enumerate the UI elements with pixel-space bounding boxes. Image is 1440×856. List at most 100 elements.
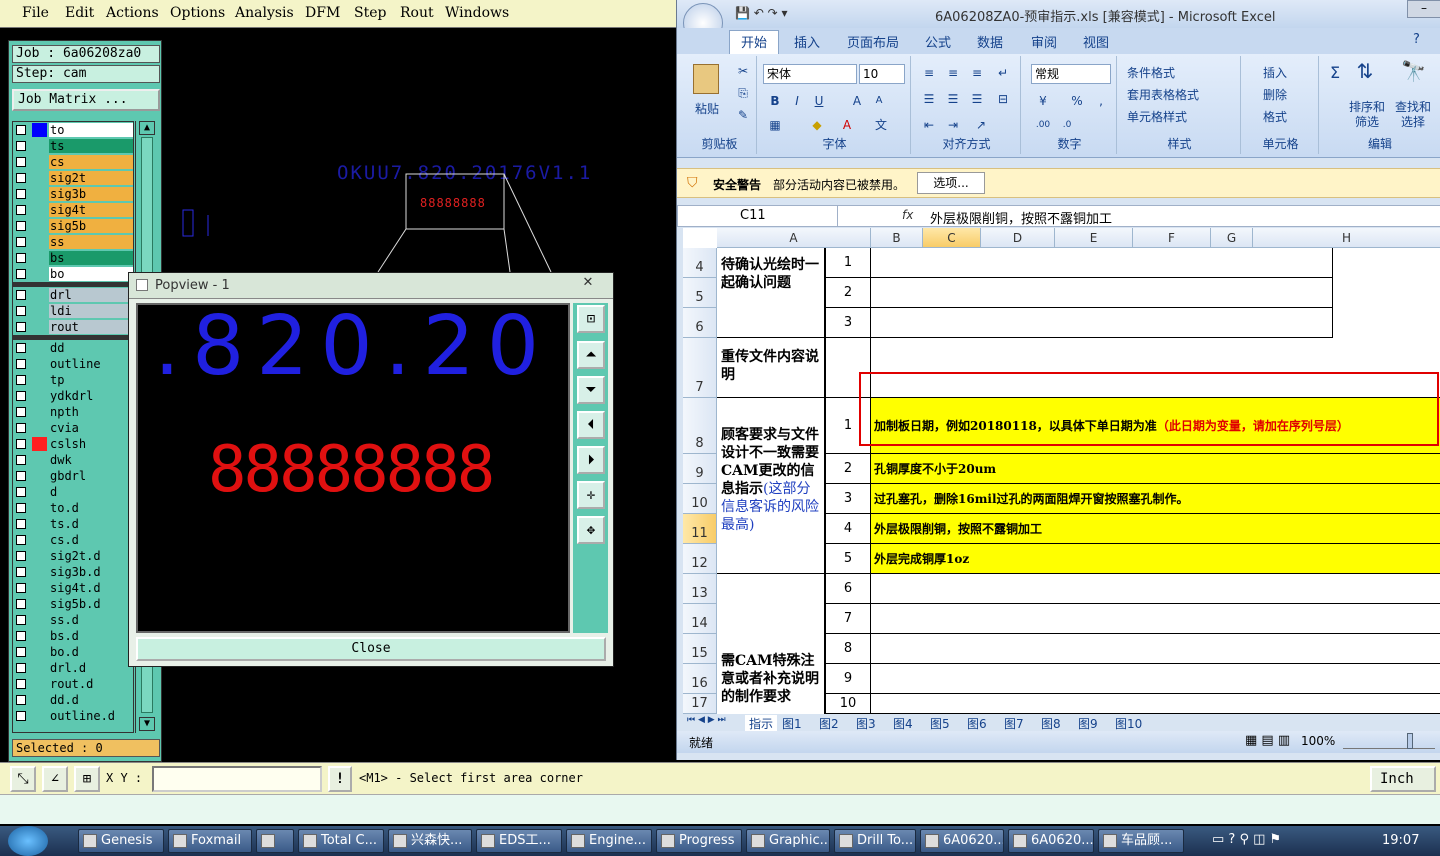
cell-b[interactable]: 2 — [825, 278, 871, 308]
layer-name[interactable]: sig3b — [49, 187, 133, 201]
taskbar-item[interactable] — [256, 829, 294, 853]
column-header[interactable]: D — [981, 228, 1055, 248]
layer-checkbox[interactable] — [16, 141, 26, 151]
layer-row[interactable]: rout.d — [13, 676, 133, 692]
pan-right-icon[interactable]: ⏵ — [577, 446, 605, 474]
column-header[interactable]: B — [871, 228, 923, 248]
cell-c[interactable] — [871, 664, 1440, 694]
layer-checkbox[interactable] — [16, 455, 26, 465]
layer-name[interactable]: tp — [49, 373, 133, 387]
layer-checkbox[interactable] — [16, 647, 26, 657]
layer-row[interactable]: sig2t.d — [13, 548, 133, 564]
taskbar-item[interactable]: 兴森快... — [388, 829, 472, 853]
taskbar-item[interactable]: Genesis — [78, 829, 164, 853]
menu-windows[interactable]: Windows — [445, 5, 509, 21]
layer-checkbox[interactable] — [16, 290, 26, 300]
layer-row[interactable]: sig2t — [13, 170, 133, 186]
menu-rout[interactable]: Rout — [400, 5, 434, 21]
layer-row[interactable]: sig4t.d — [13, 580, 133, 596]
sheet-tab[interactable]: 图8 — [1041, 715, 1061, 732]
angle-icon[interactable]: ∠ — [42, 766, 68, 792]
taskbar-item[interactable]: 6A0620... — [920, 829, 1004, 853]
zoom-out-icon[interactable]: ✥ — [577, 516, 605, 544]
cut-icon[interactable]: ✂ — [733, 62, 753, 80]
currency-icon[interactable]: ¥ — [1033, 92, 1053, 110]
wrap-text-icon[interactable]: ↵ — [993, 64, 1013, 82]
tab-data[interactable]: 数据 — [977, 32, 1003, 51]
merge-icon[interactable]: ⊟ — [993, 90, 1013, 108]
tab-insert[interactable]: 插入 — [794, 32, 820, 51]
layer-checkbox[interactable] — [16, 221, 26, 231]
format-button[interactable]: 格式 — [1263, 108, 1287, 125]
fill-color-icon[interactable]: ◆ — [807, 116, 827, 134]
cell-c[interactable] — [871, 694, 1440, 714]
taskbar-item[interactable]: 6A0620... — [1008, 829, 1094, 853]
layer-row[interactable]: sig3b — [13, 186, 133, 202]
layer-row[interactable]: bo.d — [13, 644, 133, 660]
pan-left-icon[interactable]: ⏴ — [577, 411, 605, 439]
layer-row[interactable]: d — [13, 484, 133, 500]
underline-icon[interactable]: U — [809, 92, 829, 110]
taskbar-item[interactable]: Graphic... — [746, 829, 830, 853]
cell-c[interactable] — [871, 574, 1440, 604]
layer-checkbox[interactable] — [16, 359, 26, 369]
number-format-select[interactable]: 常规 — [1031, 64, 1111, 84]
cell-a-reupload[interactable]: 重传文件内容说明 — [717, 338, 825, 398]
copy-icon[interactable]: ⎘ — [733, 84, 753, 102]
decrease-indent-icon[interactable]: ⇤ — [919, 116, 939, 134]
column-header[interactable]: E — [1055, 228, 1133, 248]
cell-b[interactable]: 2 — [825, 454, 871, 484]
font-size-select[interactable]: 10 — [859, 64, 905, 84]
layer-checkbox[interactable] — [16, 631, 26, 641]
layer-name[interactable]: bs.d — [49, 629, 133, 643]
layer-row[interactable]: npth — [13, 404, 133, 420]
layer-row[interactable]: outline — [13, 356, 133, 372]
row-header[interactable]: 10 — [683, 484, 717, 514]
fx-icon[interactable]: fx — [902, 208, 913, 222]
help-icon[interactable]: ? — [1413, 32, 1420, 47]
sheet-tab[interactable]: 图4 — [893, 715, 913, 732]
menu-options[interactable]: Options — [170, 5, 225, 21]
zoom-home-icon[interactable]: ⊡ — [577, 305, 605, 333]
layer-row[interactable]: ss — [13, 234, 133, 250]
layer-checkbox[interactable] — [16, 551, 26, 561]
row-header[interactable]: 4 — [683, 248, 717, 278]
layer-name[interactable]: ydkdrl — [49, 389, 133, 403]
layer-name[interactable]: ldi — [49, 304, 133, 318]
taskbar-item[interactable]: EDS工... — [476, 829, 562, 853]
align-top-icon[interactable]: ≡ — [919, 64, 939, 82]
layer-row[interactable]: bo — [13, 266, 133, 282]
layer-row[interactable]: sig5b.d — [13, 596, 133, 612]
cell-c[interactable] — [871, 634, 1440, 664]
menu-actions[interactable]: Actions — [106, 5, 159, 21]
find-icon[interactable]: 🔭 — [1401, 61, 1426, 81]
sheet-tab[interactable]: 图6 — [967, 715, 987, 732]
layer-checkbox[interactable] — [16, 615, 26, 625]
delete-button[interactable]: 删除 — [1263, 86, 1287, 103]
layer-name[interactable]: dd.d — [49, 693, 133, 707]
layer-name[interactable]: outline — [49, 357, 133, 371]
layer-checkbox[interactable] — [16, 663, 26, 673]
layer-name[interactable]: drl.d — [49, 661, 133, 675]
layer-name[interactable]: to.d — [49, 501, 133, 515]
taskbar-item[interactable]: 车品顾... — [1098, 829, 1184, 853]
layer-name[interactable]: dwk — [49, 453, 133, 467]
font-color-icon[interactable]: A — [837, 116, 857, 134]
column-header[interactable]: H — [1253, 228, 1440, 248]
align-center-icon[interactable]: ☰ — [943, 90, 963, 108]
layer-checkbox[interactable] — [16, 343, 26, 353]
layer-name[interactable]: cs — [49, 155, 133, 169]
grid-icon[interactable]: ⊞ — [74, 766, 100, 792]
layer-checkbox[interactable] — [16, 679, 26, 689]
cell-c[interactable] — [871, 248, 1333, 278]
layer-row[interactable]: ldi — [13, 303, 133, 319]
layer-checkbox[interactable] — [16, 583, 26, 593]
cell-b[interactable]: 6 — [825, 574, 871, 604]
cell-b[interactable]: 10 — [825, 694, 871, 714]
layer-name[interactable]: to — [49, 123, 133, 137]
table-format-button[interactable]: 套用表格格式 — [1127, 86, 1199, 103]
sheet-tab[interactable]: 图3 — [856, 715, 876, 732]
start-button[interactable] — [8, 826, 48, 856]
zoom-slider[interactable] — [1343, 733, 1435, 749]
layer-name[interactable]: outline.d — [49, 709, 133, 723]
